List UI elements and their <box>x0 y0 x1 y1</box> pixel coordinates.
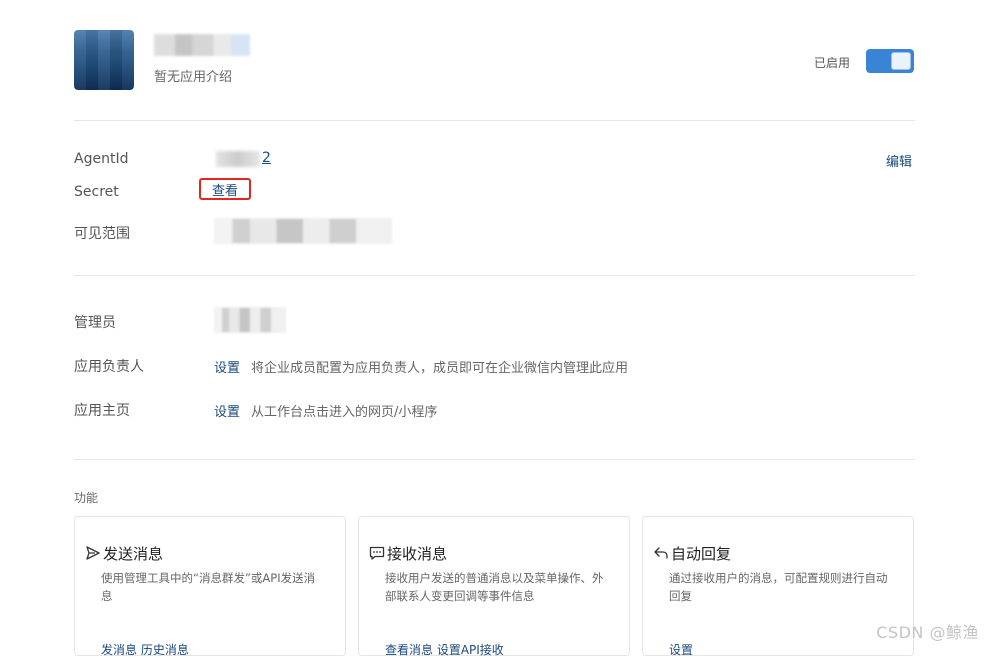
feature-card-receive[interactable]: 接收消息 接收用户发送的普通消息以及菜单操作、外部联系人变更回调等事件信息 查看… <box>358 516 630 658</box>
card-description: 使用管理工具中的“消息群发”或API发送消息 <box>101 571 316 603</box>
visibility-value-redacted <box>214 218 392 244</box>
card-title: 发送消息 <box>103 545 164 563</box>
toggle-knob <box>891 52 911 70</box>
admin-label: 管理员 <box>74 315 116 331</box>
chat-icon <box>369 546 385 560</box>
features-title: 功能 <box>74 491 99 505</box>
agentid-value-tail: 2 <box>262 150 271 166</box>
homepage-label: 应用主页 <box>74 403 130 419</box>
owner-set-link[interactable]: 设置 <box>214 357 240 376</box>
card-title: 自动回复 <box>671 545 732 563</box>
feature-card-send[interactable]: 发送消息 使用管理工具中的“消息群发”或API发送消息 发消息 历史消息 <box>74 516 346 658</box>
enable-toggle[interactable] <box>866 49 914 73</box>
homepage-hint: 从工作台点击进入的网页/小程序 <box>251 405 438 420</box>
secret-view-button[interactable]: 查看 <box>199 178 251 200</box>
reply-icon <box>654 547 668 559</box>
owner-label: 应用负责人 <box>74 359 144 375</box>
secret-view-label: 查看 <box>211 183 238 199</box>
card-actions[interactable]: 设置 <box>669 641 693 658</box>
owner-hint: 将企业成员配置为应用负责人，成员即可在企业微信内管理此应用 <box>251 361 629 376</box>
app-icon <box>74 30 134 90</box>
agentid-value-redacted <box>216 151 260 167</box>
feature-card-autoreply[interactable]: 自动回复 通过接收用户的消息，可配置规则进行自动回复 设置 <box>642 516 914 658</box>
homepage-set-link[interactable]: 设置 <box>214 401 240 420</box>
app-name-redacted <box>154 34 250 56</box>
card-title: 接收消息 <box>387 545 448 563</box>
app-description: 暂无应用介绍 <box>154 70 233 85</box>
divider <box>74 459 915 460</box>
card-actions[interactable]: 发消息 历史消息 <box>101 641 189 658</box>
card-description: 通过接收用户的消息，可配置规则进行自动回复 <box>669 571 888 603</box>
admin-value-redacted <box>214 307 286 333</box>
watermark: CSDN @鲸渔 <box>876 623 979 642</box>
card-actions[interactable]: 查看消息 设置API接收 <box>385 641 504 658</box>
divider <box>74 275 915 276</box>
status-label: 已启用 <box>814 56 851 70</box>
send-icon <box>86 546 100 560</box>
edit-link[interactable]: 编辑 <box>886 151 912 170</box>
agentid-label: AgentId <box>74 151 129 167</box>
visibility-label: 可见范围 <box>74 226 130 242</box>
card-description: 接收用户发送的普通消息以及菜单操作、外部联系人变更回调等事件信息 <box>385 571 604 603</box>
divider <box>74 120 915 121</box>
secret-label: Secret <box>74 184 119 200</box>
